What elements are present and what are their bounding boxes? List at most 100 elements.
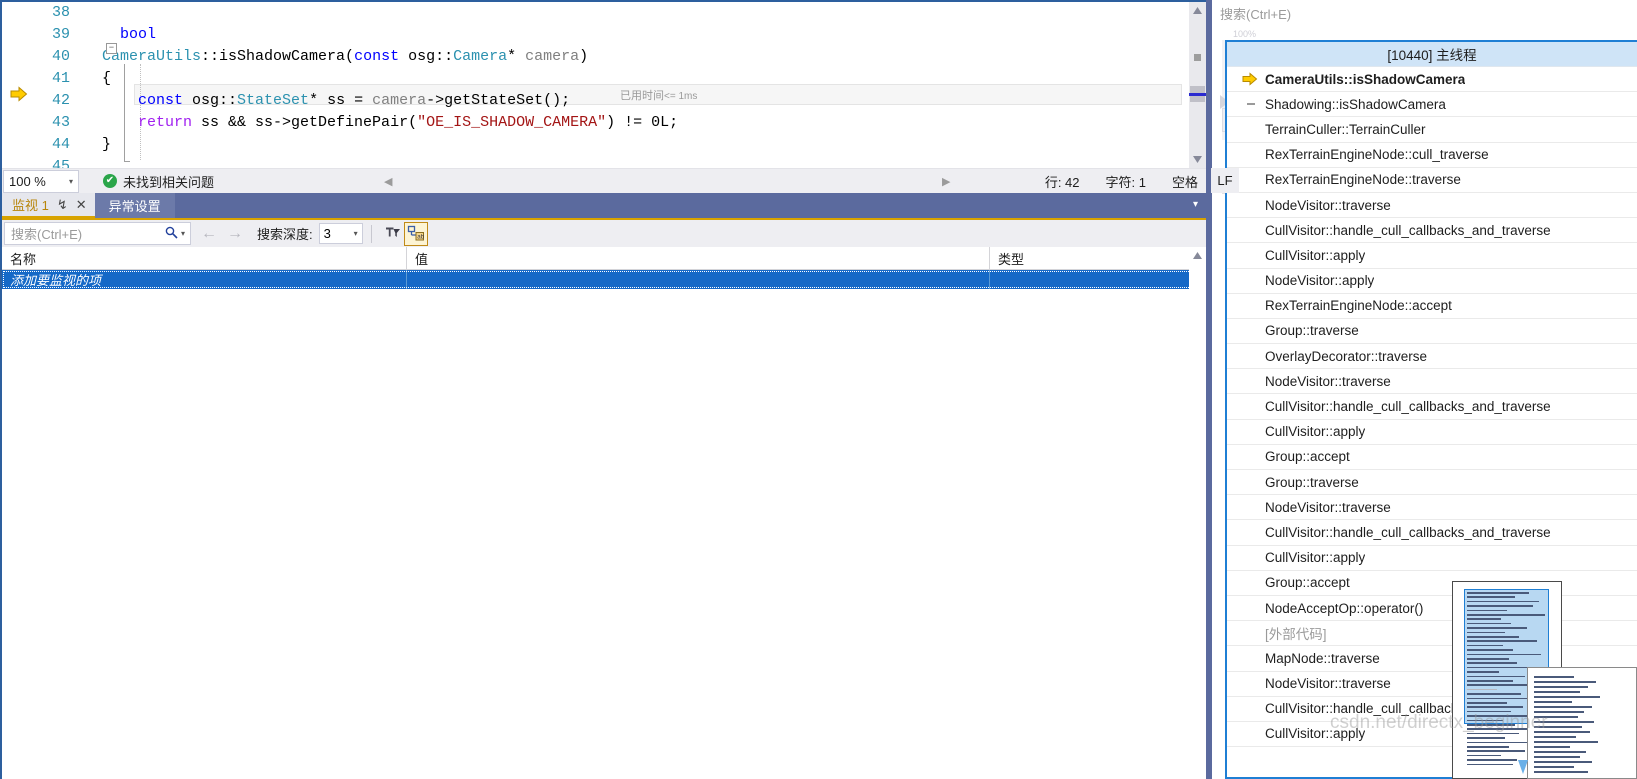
search-depth-combobox[interactable]: 3 ▾	[318, 223, 363, 244]
thumbnail-line	[1467, 614, 1545, 616]
watch-tab-strip: 监视 1 ↯ ✕ 异常设置 ▾	[2, 193, 1206, 218]
pin-filter-icon[interactable]	[380, 222, 404, 246]
thumbnail-line	[1467, 719, 1503, 722]
thumbnail-line	[1467, 649, 1513, 651]
call-stack-frame-label: CullVisitor::handle_cull_callbacks_and_t…	[1265, 524, 1551, 540]
call-stack-frame[interactable]: [外部代码]	[1227, 621, 1637, 647]
thumbnail-line	[1467, 640, 1537, 642]
call-stack-frame-label: NodeVisitor::traverse	[1265, 676, 1391, 692]
editor-vertical-scrollbar[interactable]	[1189, 2, 1206, 168]
thumbnail-line	[1534, 771, 1588, 773]
thumbnail-line	[1534, 741, 1598, 743]
code-text: }	[102, 136, 112, 153]
thumbnail-pointer-icon	[1518, 760, 1528, 774]
call-stack-frame[interactable]: CameraUtils::isShadowCamera	[1227, 67, 1637, 93]
right-panel-zoom-label: 100%	[1233, 29, 1257, 39]
search-next-icon[interactable]: →	[227, 225, 243, 243]
collapse-region-toggle[interactable]: −	[106, 43, 117, 54]
call-stack-frame-label: [外部代码]	[1265, 627, 1327, 643]
tab-watch-1[interactable]: 监视 1 ↯ ✕	[2, 193, 95, 218]
search-icon[interactable]	[165, 226, 178, 242]
call-stack-frame[interactable]: CullVisitor::apply	[1227, 243, 1637, 269]
column-header-name[interactable]: 名称	[2, 247, 407, 269]
watch-window: 监视 1 ↯ ✕ 异常设置 ▾ 搜索(Ctrl+E) ▾ ← → 搜索深度: 3…	[2, 193, 1206, 779]
scroll-up-arrow-icon[interactable]	[1189, 247, 1206, 264]
call-stack-frame[interactable]: CullVisitor::handle_cull_callbacks_and_t…	[1227, 520, 1637, 546]
call-stack-frame[interactable]: NodeVisitor::traverse	[1227, 193, 1637, 219]
code-line: 43 return ss && ss->getDefinePair("OE_IS…	[2, 112, 1206, 134]
thumbnail-line	[1467, 697, 1529, 700]
call-stack-frame[interactable]: Shadowing::isShadowCamera	[1227, 92, 1637, 118]
thumbnail-line	[1467, 759, 1517, 761]
call-stack-frame[interactable]: NodeVisitor::traverse	[1227, 369, 1637, 395]
watch-row-value[interactable]	[407, 270, 990, 289]
thumbnail-line	[1467, 618, 1501, 620]
call-stack-frame-label: Group::accept	[1265, 575, 1350, 591]
code-line: 44}	[2, 134, 1206, 156]
status-prev-arrow-icon[interactable]: ◀	[384, 175, 392, 188]
right-panel-search-input[interactable]: 搜索(Ctrl+E)	[1212, 0, 1637, 26]
svg-text:ab: ab	[417, 233, 424, 240]
watch-grid-vertical-scrollbar[interactable]	[1189, 247, 1206, 779]
call-stack-frame[interactable]: CullVisitor::apply	[1227, 546, 1637, 571]
problems-status-text: 未找到相关问题	[123, 174, 215, 190]
watch-search-input[interactable]: 搜索(Ctrl+E) ▾	[4, 222, 191, 245]
call-stack-frame[interactable]: RexTerrainEngineNode::traverse	[1227, 168, 1637, 193]
pin-icon[interactable]: ↯	[57, 197, 68, 213]
call-stack-frame[interactable]: Group::accept	[1227, 445, 1637, 470]
table-row[interactable]: 添加要监视的项	[2, 270, 1206, 289]
call-stack-frame[interactable]: NodeAcceptOp::operator()	[1227, 596, 1637, 622]
scroll-up-arrow-icon[interactable]	[1189, 2, 1206, 19]
call-stack-frame[interactable]: Group::traverse	[1227, 470, 1637, 496]
thumbnail-line	[1534, 676, 1574, 678]
thumbnail-line	[1534, 761, 1592, 763]
variables-lab-icon[interactable]: ab	[403, 221, 428, 246]
search-options-chevron-icon[interactable]: ▾	[181, 229, 185, 238]
close-icon[interactable]: ✕	[76, 197, 87, 213]
call-stack-frame-label: CullVisitor::handle_cull_callback	[1265, 701, 1458, 717]
call-stack-frame-label: Group::accept	[1265, 449, 1350, 465]
search-prev-icon[interactable]: ←	[201, 225, 217, 243]
frame-expander-icon	[1235, 97, 1265, 111]
watch-search-placeholder: 搜索(Ctrl+E)	[11, 227, 83, 242]
code-line: 41 {	[2, 68, 1206, 90]
call-stack-frame[interactable]: RexTerrainEngineNode::cull_traverse	[1227, 143, 1637, 168]
tabstrip-overflow-chevron-icon[interactable]: ▾	[1193, 199, 1198, 210]
right-panel-search-placeholder: 搜索(Ctrl+E)	[1220, 6, 1292, 22]
editor-status-bar: 100 % ▾ ✔ 未找到相关问题 ◀ ▶ 行: 42 字符: 1 空格	[2, 168, 1206, 193]
thumbnail-line	[1534, 681, 1596, 683]
call-stack-frame-label: CameraUtils::isShadowCamera	[1265, 71, 1466, 87]
watch-row-name[interactable]: 添加要监视的项	[2, 270, 407, 289]
call-stack-frame[interactable]: CullVisitor::handle_cull_callbacks_and_t…	[1227, 218, 1637, 244]
scroll-down-arrow-icon[interactable]	[1189, 151, 1206, 168]
thumbnail-line	[1467, 675, 1525, 678]
call-stack-frame[interactable]: TerrainCuller::TerrainCuller	[1227, 117, 1637, 143]
line-number: 44	[51, 136, 70, 153]
thumbnail-line	[1534, 721, 1594, 723]
call-stack-frame[interactable]: Group::traverse	[1227, 319, 1637, 345]
call-stack-frame[interactable]: CullVisitor::apply	[1227, 420, 1637, 445]
call-stack-frame[interactable]: NodeVisitor::traverse	[1227, 495, 1637, 521]
column-header-type[interactable]: 类型	[990, 247, 1206, 269]
thumbnail-line	[1467, 693, 1521, 695]
status-next-arrow-icon[interactable]: ▶	[942, 175, 950, 188]
thumbnail-line	[1467, 662, 1517, 664]
call-stack-frame-label: MapNode::traverse	[1265, 650, 1380, 666]
call-stack-frame[interactable]: NodeVisitor::apply	[1227, 269, 1637, 294]
call-stack-frame[interactable]: OverlayDecorator::traverse	[1227, 344, 1637, 370]
code-text: return ss && ss->getDefinePair("OE_IS_SH…	[138, 114, 679, 131]
call-stack-frame[interactable]: Group::accept	[1227, 571, 1637, 596]
call-stack-frame-label: NodeVisitor::traverse	[1265, 197, 1391, 213]
column-header-value[interactable]: 值	[407, 247, 990, 269]
watch-grid[interactable]: 名称 值 类型 添加要监视的项	[2, 247, 1206, 779]
call-stack-frame-label: CullVisitor::handle_cull_callbacks_and_t…	[1265, 399, 1551, 415]
thumbnail-line	[1467, 746, 1509, 748]
watch-row-type[interactable]	[990, 270, 1206, 289]
zoom-level-combobox[interactable]: 100 % ▾	[3, 169, 79, 193]
line-number: 40	[51, 48, 70, 65]
tab-exception-settings[interactable]: 异常设置	[94, 193, 175, 218]
code-editor[interactable]: 38 39 bool 40 CameraUtils::isShadowCamera(c…	[2, 2, 1206, 168]
call-stack-frame-label: Group::traverse	[1265, 323, 1359, 339]
call-stack-frame[interactable]: CullVisitor::handle_cull_callbacks_and_t…	[1227, 394, 1637, 420]
call-stack-frame[interactable]: RexTerrainEngineNode::accept	[1227, 294, 1637, 319]
